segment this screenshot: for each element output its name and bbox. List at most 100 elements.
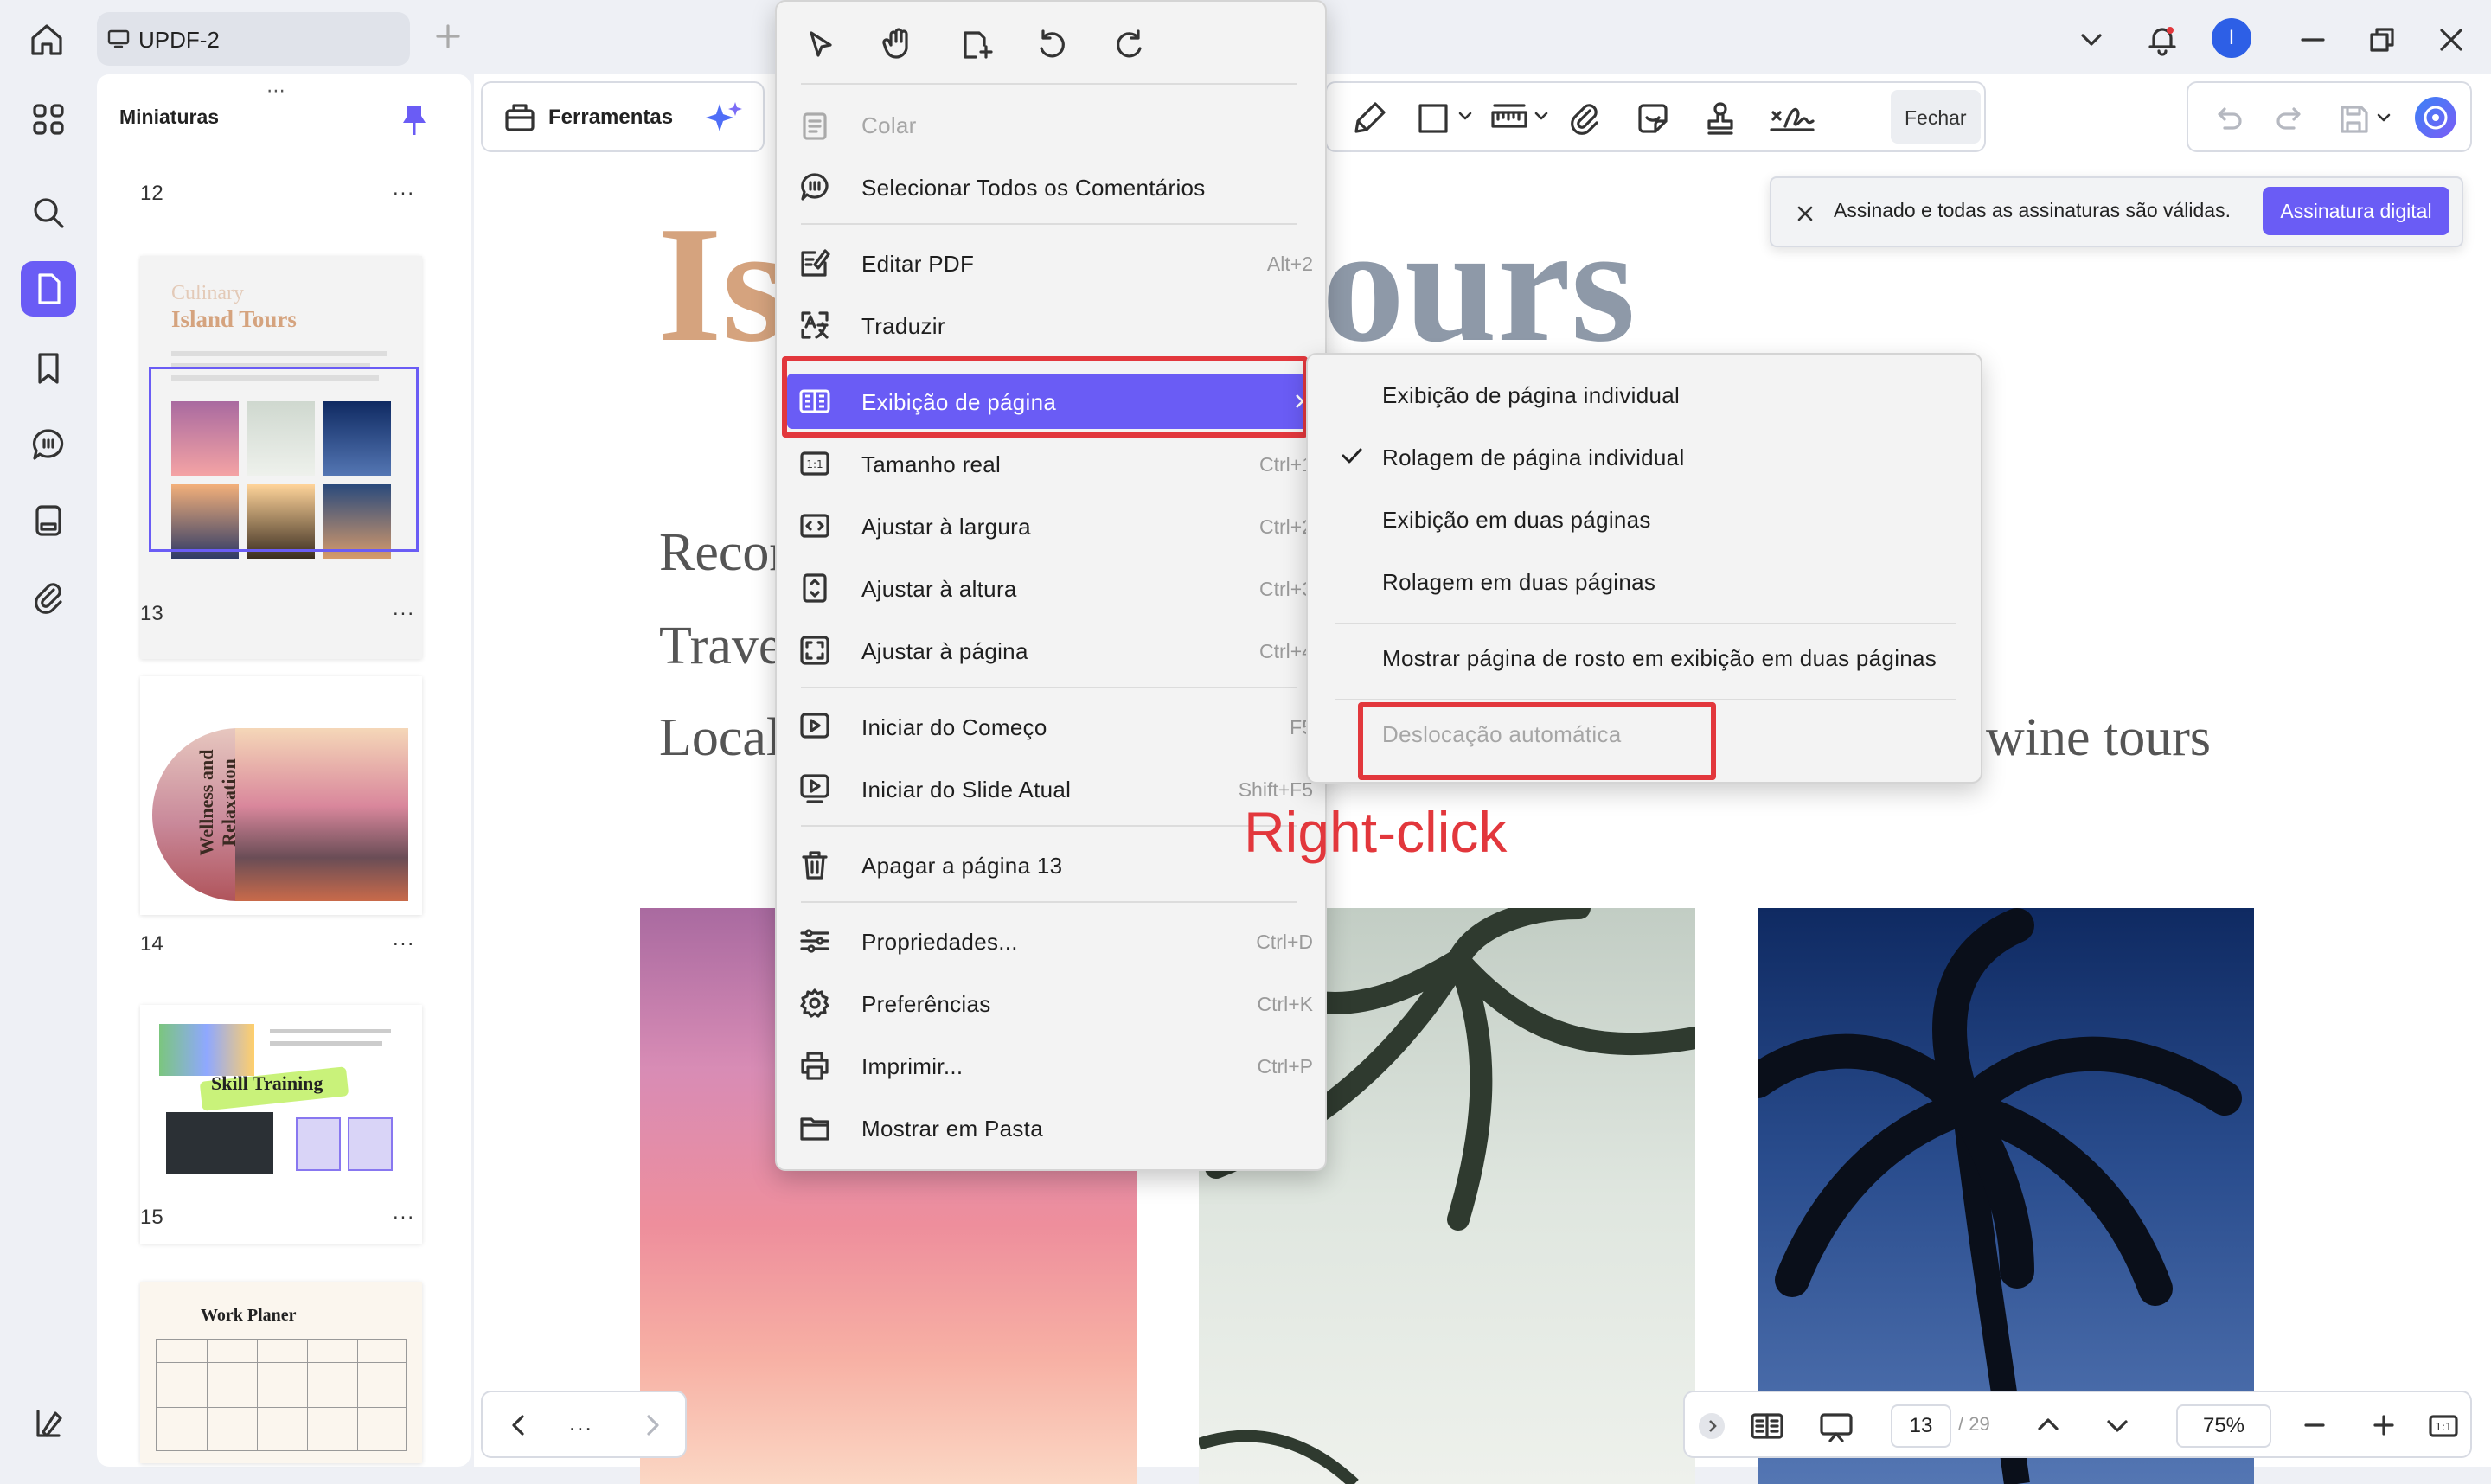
pin-icon[interactable]	[400, 102, 429, 137]
menu-item-paste[interactable]: Colar	[787, 97, 1315, 152]
minimize-icon[interactable]	[2292, 19, 2334, 61]
submenu-item-single-page[interactable]: Exibição de página individual	[1334, 367, 1958, 422]
digital-signature-button[interactable]: Assinatura digital	[2263, 187, 2449, 235]
attachment-icon[interactable]	[28, 576, 69, 617]
thumbnail-page-15[interactable]: Skill Training	[140, 1005, 422, 1244]
home-icon[interactable]	[24, 17, 69, 62]
thumbnail-page-16[interactable]: Work Planer	[140, 1282, 422, 1463]
menu-item-label: Mostrar em Pasta	[861, 1116, 1043, 1142]
menu-item-print[interactable]: Imprimir... Ctrl+P	[787, 1038, 1315, 1093]
dismiss-icon[interactable]	[1792, 201, 1818, 227]
document-text-line: Local	[659, 708, 782, 767]
submenu-item-two-page-scroll[interactable]: Rolagem em duas páginas	[1334, 553, 1958, 609]
actual-size-icon[interactable]: 1:1	[2427, 1410, 2460, 1442]
submenu-item-label: Exibição de página individual	[1382, 382, 1681, 408]
page-more-button[interactable]: ...	[393, 176, 415, 201]
document-text-line: Recor	[659, 523, 788, 582]
menu-item-label: Editar PDF	[861, 251, 975, 277]
menu-item-delete-page[interactable]: Apagar a página 13	[787, 837, 1315, 892]
menu-item-label: Iniciar do Começo	[861, 714, 1047, 740]
page-number: 13	[140, 602, 163, 625]
select-cursor-icon[interactable]	[801, 26, 839, 64]
search-icon[interactable]	[28, 192, 69, 233]
rotate-left-icon[interactable]	[1033, 26, 1071, 64]
previous-page-icon[interactable]	[2031, 1408, 2065, 1442]
menu-item-fit-page[interactable]: Ajustar à página Ctrl+4	[787, 623, 1315, 678]
chevron-left-icon[interactable]	[502, 1408, 536, 1442]
menu-item-fit-width[interactable]: Ajustar à largura Ctrl+2	[787, 498, 1315, 553]
rotate-right-icon[interactable]	[1111, 26, 1149, 64]
bell-icon[interactable]	[2142, 19, 2183, 61]
chevron-right-icon[interactable]	[635, 1408, 669, 1442]
chevron-down-icon[interactable]	[2373, 107, 2394, 128]
zoom-out-icon[interactable]	[2297, 1408, 2332, 1442]
chevron-down-icon[interactable]	[2071, 19, 2112, 61]
collapse-icon[interactable]	[1699, 1413, 1725, 1439]
chevron-down-icon[interactable]	[1455, 106, 1476, 126]
save-icon[interactable]	[2335, 100, 2372, 137]
menu-item-select-all-comments[interactable]: Selecionar Todos os Comentários	[787, 159, 1315, 214]
add-page-icon[interactable]	[957, 26, 995, 64]
close-button[interactable]: Fechar	[1891, 90, 1981, 144]
document-tab-icon	[107, 29, 130, 48]
menu-item-actual-size[interactable]: 1:1 Tamanho real Ctrl+1	[787, 436, 1315, 491]
menu-item-start-from-beginning[interactable]: Iniciar do Começo F5	[787, 699, 1315, 754]
text-line	[270, 1041, 382, 1046]
close-window-icon[interactable]	[2430, 19, 2472, 61]
annotation-toolbar: Fechar	[1325, 81, 1986, 152]
viewport-indicator[interactable]	[149, 367, 419, 552]
menu-item-properties[interactable]: Propriedades... Ctrl+D	[787, 913, 1315, 969]
chevron-down-icon[interactable]	[1531, 106, 1552, 126]
page-more-button[interactable]: ...	[393, 927, 415, 951]
user-avatar[interactable]: I	[2212, 18, 2251, 58]
more-button[interactable]: ...	[569, 1410, 593, 1436]
menu-item-translate[interactable]: Traduzir	[787, 297, 1315, 353]
tools-label[interactable]: Ferramentas	[548, 106, 673, 130]
new-tab-icon[interactable]	[432, 21, 464, 52]
highlighter-icon[interactable]	[1349, 99, 1389, 138]
menu-separator	[1335, 623, 1956, 624]
zoom-level[interactable]: 75%	[2176, 1404, 2271, 1448]
ai-sparkle-icon[interactable]	[704, 99, 744, 138]
attachment-icon[interactable]	[1566, 99, 1605, 138]
hand-tool-icon[interactable]	[879, 24, 917, 62]
signature-icon[interactable]	[1768, 99, 1816, 138]
thumbnail-page-14[interactable]: Wellness and Relaxation	[140, 676, 422, 915]
submenu-item-cover-page[interactable]: Mostrar página de rosto em exibição em d…	[1334, 630, 1958, 685]
zoom-in-icon[interactable]	[2366, 1408, 2401, 1442]
panel-drag-handle[interactable]: ⋯	[266, 80, 287, 102]
current-page-input[interactable]: 13	[1891, 1404, 1951, 1448]
grid-icon[interactable]	[28, 99, 69, 140]
toolbox-icon[interactable]	[502, 99, 538, 135]
thumbnail-page-13[interactable]: Culinary Island Tours	[140, 256, 422, 659]
comment-icon[interactable]	[28, 424, 69, 465]
bookmark-icon[interactable]	[28, 348, 69, 389]
menu-item-preferences[interactable]: Preferências Ctrl+K	[787, 975, 1315, 1031]
redo-icon[interactable]	[2271, 100, 2308, 137]
menu-item-edit-pdf[interactable]: Editar PDF Alt+2	[787, 235, 1315, 291]
sticker-icon[interactable]	[1633, 99, 1673, 138]
submenu-item-single-page-scroll[interactable]: Rolagem de página individual	[1334, 429, 1958, 484]
submenu-item-two-page[interactable]: Exibição em duas páginas	[1334, 491, 1958, 547]
stamp-icon[interactable]	[1700, 99, 1740, 138]
page-display-icon[interactable]	[1749, 1408, 1785, 1444]
presentation-icon[interactable]	[1818, 1408, 1854, 1444]
document-text-line: wine tours	[1986, 708, 2212, 767]
document-text-line: Trave	[659, 617, 783, 675]
menu-separator	[801, 687, 1297, 688]
page-more-button[interactable]: ...	[393, 597, 415, 621]
rectangle-icon[interactable]	[1413, 99, 1453, 138]
measure-icon[interactable]	[1489, 99, 1529, 138]
menu-item-fit-height[interactable]: Ajustar à altura Ctrl+3	[787, 560, 1315, 616]
ai-assistant-icon[interactable]	[2415, 97, 2456, 138]
restore-icon[interactable]	[2361, 19, 2403, 61]
document-tab[interactable]: UPDF-2	[97, 12, 410, 66]
thumbnails-tab[interactable]	[21, 261, 76, 317]
next-page-icon[interactable]	[2100, 1408, 2135, 1442]
form-icon[interactable]	[28, 500, 69, 541]
menu-item-show-in-folder[interactable]: Mostrar em Pasta	[787, 1100, 1315, 1155]
sidebar-toggle-icon[interactable]	[28, 1403, 69, 1444]
undo-icon[interactable]	[2211, 100, 2247, 137]
menu-item-start-from-current-slide[interactable]: Iniciar do Slide Atual Shift+F5	[787, 761, 1315, 816]
page-more-button[interactable]: ...	[393, 1200, 415, 1225]
